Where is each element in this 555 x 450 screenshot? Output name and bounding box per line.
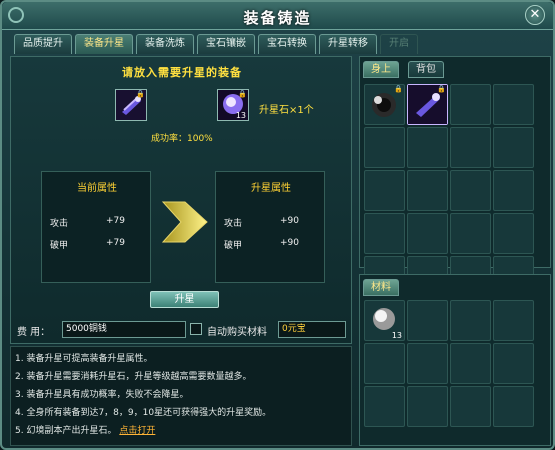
- tip-line: 1. 装备升星可提高装备升星属性。: [15, 354, 153, 364]
- empty-cell[interactable]: [407, 213, 448, 254]
- empty-cell[interactable]: [450, 343, 491, 384]
- materials-panel: 材料 13: [359, 274, 551, 446]
- empty-cell[interactable]: [493, 386, 534, 427]
- tip-line: 5. 幻境副本产出升星石。: [15, 426, 117, 436]
- forge-window: 装备铸造 ✕ 品质提升 装备升星 装备洗炼 宝石镶嵌 宝石转换 升星转移 开启 …: [0, 0, 555, 450]
- empty-cell[interactable]: [493, 170, 534, 211]
- empty-cell[interactable]: [407, 300, 448, 341]
- tab-star-up[interactable]: 装备升星: [75, 34, 133, 54]
- empty-cell[interactable]: [364, 127, 405, 168]
- lock-icon: 🔒: [136, 90, 145, 98]
- empty-cell[interactable]: [493, 300, 534, 341]
- empty-cell[interactable]: [364, 386, 405, 427]
- tab-gem-inlay[interactable]: 宝石镶嵌: [197, 34, 255, 54]
- attr-name: 攻击: [50, 219, 69, 229]
- fee-label: 费 用：: [17, 327, 51, 338]
- attr-value: +90: [280, 238, 299, 248]
- empty-cell[interactable]: [364, 170, 405, 211]
- current-attributes: 当前属性 攻击 +79 破甲 +79: [41, 171, 151, 283]
- empty-cell[interactable]: [450, 170, 491, 211]
- auto-buy-checkbox[interactable]: [190, 323, 202, 335]
- empty-cell[interactable]: [493, 127, 534, 168]
- fee-value: 5000铜钱: [62, 321, 186, 338]
- tip-line: 3. 装备升星具有成功概率，失败不会降星。: [15, 390, 189, 400]
- empty-cell[interactable]: [364, 343, 405, 384]
- close-button[interactable]: ✕: [525, 5, 545, 25]
- success-rate: 成功率：100%: [151, 134, 213, 144]
- attr-name: 破甲: [224, 241, 243, 251]
- upgraded-attack-row: 攻击 +90: [224, 216, 318, 229]
- empty-cell[interactable]: [450, 213, 491, 254]
- tab-materials[interactable]: 材料: [363, 279, 399, 296]
- attr-value: +79: [106, 238, 125, 248]
- tips-panel: 1. 装备升星可提高装备升星属性。 2. 装备升星需要消耗升星石，升星等级越高需…: [10, 346, 352, 446]
- empty-cell[interactable]: [407, 127, 448, 168]
- attr-name: 破甲: [50, 241, 69, 251]
- empty-cell[interactable]: [407, 343, 448, 384]
- tab-locked: 开启: [380, 34, 418, 54]
- current-armorpen-row: 破甲 +79: [50, 238, 144, 251]
- equipment-slot[interactable]: 🔒: [115, 89, 147, 121]
- upgraded-attributes-title: 升星属性: [251, 183, 291, 194]
- lock-icon: 🔒: [437, 85, 446, 93]
- stone-count: 13: [235, 111, 246, 120]
- current-attributes-title: 当前属性: [77, 183, 117, 194]
- equipment-cell-selected[interactable]: 🔒: [407, 84, 448, 125]
- material-count: 13: [391, 331, 402, 340]
- upgrade-button[interactable]: 升星: [150, 291, 219, 308]
- tab-gem-convert[interactable]: 宝石转换: [258, 34, 316, 54]
- material-cell[interactable]: 13: [364, 300, 405, 341]
- upgraded-armorpen-row: 破甲 +90: [224, 238, 318, 251]
- upgraded-attributes: 升星属性 攻击 +90 破甲 +90: [215, 171, 325, 283]
- empty-cell[interactable]: [450, 300, 491, 341]
- function-tabs: 品质提升 装备升星 装备洗炼 宝石镶嵌 宝石转换 升星转移 开启: [14, 34, 418, 54]
- empty-cell[interactable]: [450, 127, 491, 168]
- tip-line: 4. 全身所有装备到达7，8，9，10星还可获得强大的升星奖励。: [15, 408, 272, 418]
- auto-buy-label[interactable]: 自动购买材料: [207, 323, 267, 338]
- tip-line: 2. 装备升星需要消耗升星石，升星等级越高需要数量越多。: [15, 372, 252, 382]
- title-bar[interactable]: 装备铸造 ✕: [2, 2, 553, 30]
- fee-row: 费 用： 5000铜钱 自动购买材料 0元宝: [10, 320, 352, 340]
- attr-value: +79: [106, 216, 125, 226]
- empty-cell[interactable]: [493, 84, 534, 125]
- tab-quality-up[interactable]: 品质提升: [14, 34, 72, 54]
- attr-value: +90: [280, 216, 299, 226]
- materials-grid: 13: [364, 300, 534, 427]
- empty-cell[interactable]: [493, 213, 534, 254]
- equipment-cell[interactable]: 🔒: [364, 84, 405, 125]
- empty-cell[interactable]: [493, 343, 534, 384]
- tab-star-transfer[interactable]: 升星转移: [319, 34, 377, 54]
- lock-icon: 🔒: [238, 90, 247, 98]
- empty-cell[interactable]: [450, 84, 491, 125]
- arrow-right-icon: [161, 201, 208, 243]
- equipment-panel: 身上 背包 🔒 🔒: [359, 56, 551, 297]
- empty-cell[interactable]: [450, 386, 491, 427]
- lock-icon: 🔒: [394, 85, 403, 93]
- empty-cell[interactable]: [407, 386, 448, 427]
- star-stone-slot[interactable]: 🔒 13: [217, 89, 249, 121]
- tab-equipped[interactable]: 身上: [363, 61, 399, 78]
- yuanbao-cost: 0元宝: [278, 321, 346, 338]
- empty-cell[interactable]: [364, 213, 405, 254]
- attr-name: 攻击: [224, 219, 243, 229]
- current-attack-row: 攻击 +79: [50, 216, 144, 229]
- upgrade-heading: 请放入需要升星的装备: [122, 66, 242, 79]
- tab-bag[interactable]: 背包: [408, 61, 444, 78]
- open-link[interactable]: 点击打开: [119, 426, 155, 436]
- tip-line-last: 5. 幻境副本产出升星石。 点击打开: [15, 423, 155, 436]
- window-title: 装备铸造: [243, 9, 312, 27]
- empty-cell[interactable]: [407, 170, 448, 211]
- stone-requirement: 升星石×1个: [259, 105, 314, 116]
- tab-refine[interactable]: 装备洗炼: [136, 34, 194, 54]
- equipment-grid: 🔒 🔒: [364, 84, 534, 297]
